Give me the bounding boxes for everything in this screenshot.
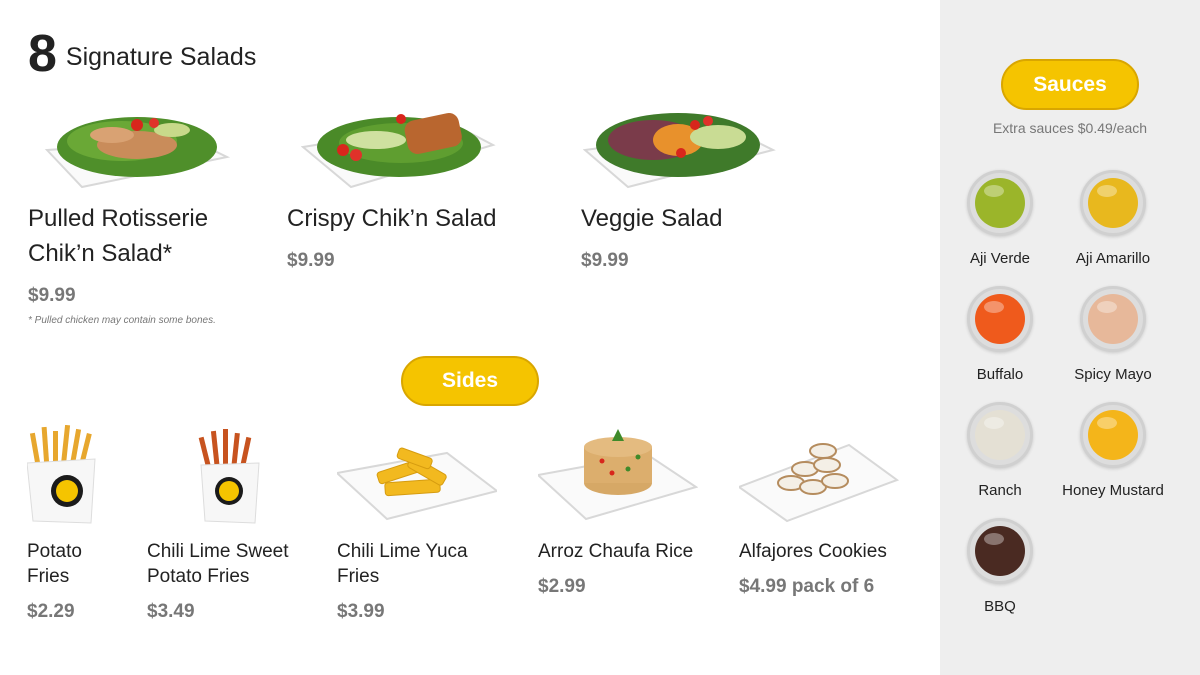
sauces-sidebar: Sauces Extra sauces $0.49/each Aji Verde… <box>940 0 1200 675</box>
sauce-name: Aji Amarillo <box>1075 250 1151 267</box>
salad-price: $9.99 <box>287 250 335 271</box>
sauce-name: BBQ <box>984 598 1016 615</box>
salad-price: $9.99 <box>581 250 629 271</box>
salad-image <box>582 95 783 195</box>
salad-price: $9.99 <box>28 285 76 306</box>
salads-header: 8 Signature Salads <box>28 28 256 80</box>
side-image <box>736 425 900 525</box>
side-name: Chili Lime Sweet Potato Fries <box>147 541 289 587</box>
section-number: 8 <box>28 25 57 83</box>
salad-name: Crispy Chik’n Salad <box>287 205 497 232</box>
sauces-heading-pill: Sauces <box>1001 59 1139 110</box>
sauce-name: Spicy Mayo <box>1074 366 1152 383</box>
side-name: Arroz Chaufa Rice <box>538 541 694 562</box>
side-price: $2.99 <box>538 576 586 597</box>
side-image <box>535 425 699 525</box>
side-price: $4.99 pack of 6 <box>739 576 875 597</box>
sauce-item-bbq[interactable]: BBQ <box>940 518 1060 615</box>
sauce-item-aji-amarillo[interactable]: Aji Amarillo <box>1053 170 1173 267</box>
sauce-cup-icon <box>967 518 1033 584</box>
side-price: $3.99 <box>337 601 385 622</box>
sauce-cup-icon <box>967 286 1033 352</box>
salad-name: Veggie Salad <box>581 205 723 232</box>
side-image <box>334 425 500 525</box>
side-name: Alfajores Cookies <box>739 541 887 562</box>
sauce-item-honey-mustard[interactable]: Honey Mustard <box>1053 402 1173 499</box>
salad-item-crispy-chikn[interactable]: Crispy Chik’n Salad $9.99 <box>287 95 496 272</box>
sauce-cup-icon <box>1080 170 1146 236</box>
sauce-cup-icon <box>967 402 1033 468</box>
salad-image <box>300 95 501 195</box>
side-image <box>147 425 307 525</box>
sides-heading-pill: Sides <box>401 356 539 406</box>
sauce-item-spicy-mayo[interactable]: Spicy Mayo <box>1053 286 1173 383</box>
section-title: Signature Salads <box>65 43 257 71</box>
side-price: $3.49 <box>147 601 195 622</box>
salad-name: Pulled Rotisserie Chik’n Salad* <box>28 205 209 267</box>
salad-item-veggie[interactable]: Veggie Salad $9.99 <box>581 95 781 272</box>
side-item-alfajores[interactable]: Alfajores Cookies $4.99 pack of 6 <box>736 425 900 598</box>
salad-image <box>42 95 242 195</box>
sauce-item-aji-verde[interactable]: Aji Verde <box>940 170 1060 267</box>
salad-footnote: * Pulled chicken may contain some bones. <box>28 315 216 326</box>
sauce-cup-icon <box>1080 286 1146 352</box>
sauce-name: Buffalo <box>976 366 1024 383</box>
sauces-price-note: Extra sauces $0.49/each <box>992 120 1148 136</box>
side-item-yuca-fries[interactable]: Chili Lime Yuca Fries $3.99 <box>334 425 500 623</box>
sauce-cup-icon <box>967 170 1033 236</box>
sauce-name: Aji Verde <box>969 250 1031 267</box>
side-item-arroz-chaufa[interactable]: Arroz Chaufa Rice $2.99 <box>535 425 699 598</box>
sauce-name: Honey Mustard <box>1062 482 1164 499</box>
menu-main-panel: 8 Signature Salads Pulled Rotisserie Chi… <box>0 0 940 675</box>
salad-item-pulled-rotisserie[interactable]: Pulled Rotisserie Chik’n Salad* $9.99 * … <box>28 95 231 326</box>
sauce-cup-icon <box>1080 402 1146 468</box>
sauce-name: Ranch <box>978 482 1022 499</box>
sauce-item-ranch[interactable]: Ranch <box>940 402 1060 499</box>
side-name: Chili Lime Yuca Fries <box>337 541 468 587</box>
side-item-sweet-potato-fries[interactable]: Chili Lime Sweet Potato Fries $3.49 <box>147 425 307 623</box>
sauce-item-buffalo[interactable]: Buffalo <box>940 286 1060 383</box>
